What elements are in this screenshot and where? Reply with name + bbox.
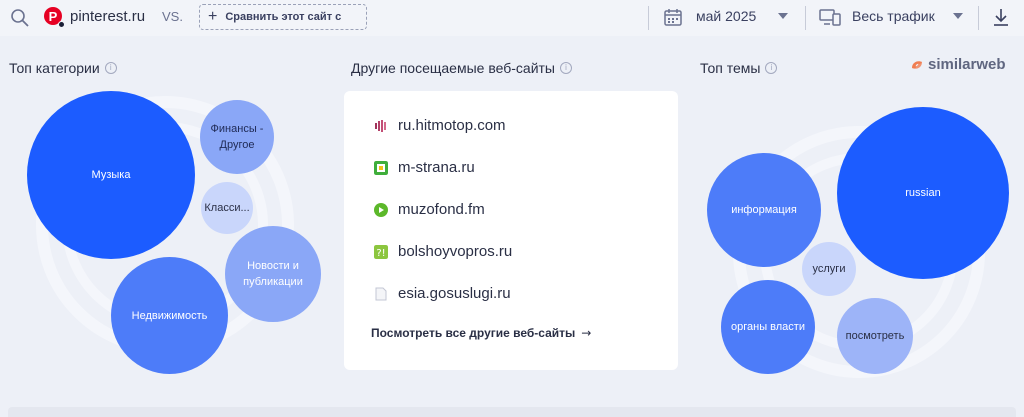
websites-title: Другие посещаемые веб-сайты i	[351, 60, 572, 76]
play-icon	[374, 202, 388, 217]
svg-text:?!: ?!	[376, 248, 385, 259]
info-icon[interactable]: i	[765, 62, 778, 74]
site-name: pinterest.ru	[70, 7, 146, 25]
m-strana-favicon-icon	[374, 160, 388, 175]
calendar-icon[interactable]	[663, 7, 683, 27]
compare-site-button[interactable]: + Сравнить этот сайт с	[199, 4, 367, 30]
topic-bubble-watch[interactable]: посмотреть	[837, 298, 913, 374]
topic-bubble-russian[interactable]: russian	[837, 107, 1009, 279]
download-icon[interactable]	[991, 7, 1011, 27]
category-bubble-classifieds[interactable]: Класси...	[201, 182, 253, 234]
pinterest-logo-icon: P	[44, 7, 65, 28]
website-item[interactable]: ?! bolshoyvopros.ru	[374, 243, 512, 260]
topics-title: Топ темы i	[700, 60, 778, 76]
arrow-right-icon: →	[581, 326, 592, 340]
website-item[interactable]: esia.gosuslugi.ru	[374, 285, 511, 302]
compare-label: Сравнить этот сайт с	[225, 11, 342, 23]
site-chip[interactable]: P pinterest.ru	[44, 7, 146, 28]
similarweb-mark-icon	[912, 60, 922, 69]
website-item[interactable]: m-strana.ru	[374, 159, 475, 176]
other-websites-card: ru.hitmotop.com m-strana.ru muzofond.fm …	[344, 91, 678, 370]
see-all-websites-link[interactable]: Посмотреть все другие веб-сайты →	[371, 326, 591, 340]
category-bubble-news[interactable]: Новости и публикации	[225, 226, 321, 322]
vs-label: VS.	[162, 9, 183, 24]
category-bubble-finance[interactable]: Финансы - Другое	[200, 100, 274, 174]
next-section-edge	[8, 407, 1016, 417]
category-bubble-music[interactable]: Музыка	[27, 91, 195, 259]
chevron-down-icon[interactable]	[778, 13, 788, 19]
date-selector[interactable]: май 2025	[696, 8, 756, 24]
info-icon[interactable]: i	[560, 62, 572, 74]
top-bar: P pinterest.ru VS. + Сравнить этот сайт …	[0, 0, 1024, 36]
topic-bubble-government[interactable]: органы власти	[721, 280, 815, 374]
document-icon	[375, 287, 387, 300]
info-icon[interactable]: i	[104, 62, 117, 74]
hitmotop-favicon-icon	[375, 119, 386, 132]
bolshoyvopros-favicon-icon: ?!	[374, 244, 388, 259]
categories-title: Топ категории i	[9, 60, 117, 76]
search-icon[interactable]	[10, 8, 30, 28]
category-bubble-real-estate[interactable]: Недвижимость	[111, 257, 228, 374]
similarweb-logo: similarweb	[910, 56, 1006, 73]
plus-icon: +	[208, 8, 218, 25]
topic-bubble-information[interactable]: информация	[707, 153, 821, 267]
chevron-down-icon[interactable]	[953, 13, 963, 19]
divider	[978, 6, 979, 30]
website-item[interactable]: muzofond.fm	[374, 201, 485, 218]
topic-bubble-services[interactable]: услуги	[802, 242, 856, 296]
devices-icon[interactable]	[819, 7, 841, 27]
divider	[648, 6, 649, 30]
traffic-selector[interactable]: Весь трафик	[852, 8, 935, 24]
website-item[interactable]: ru.hitmotop.com	[374, 117, 506, 134]
divider	[805, 6, 806, 30]
